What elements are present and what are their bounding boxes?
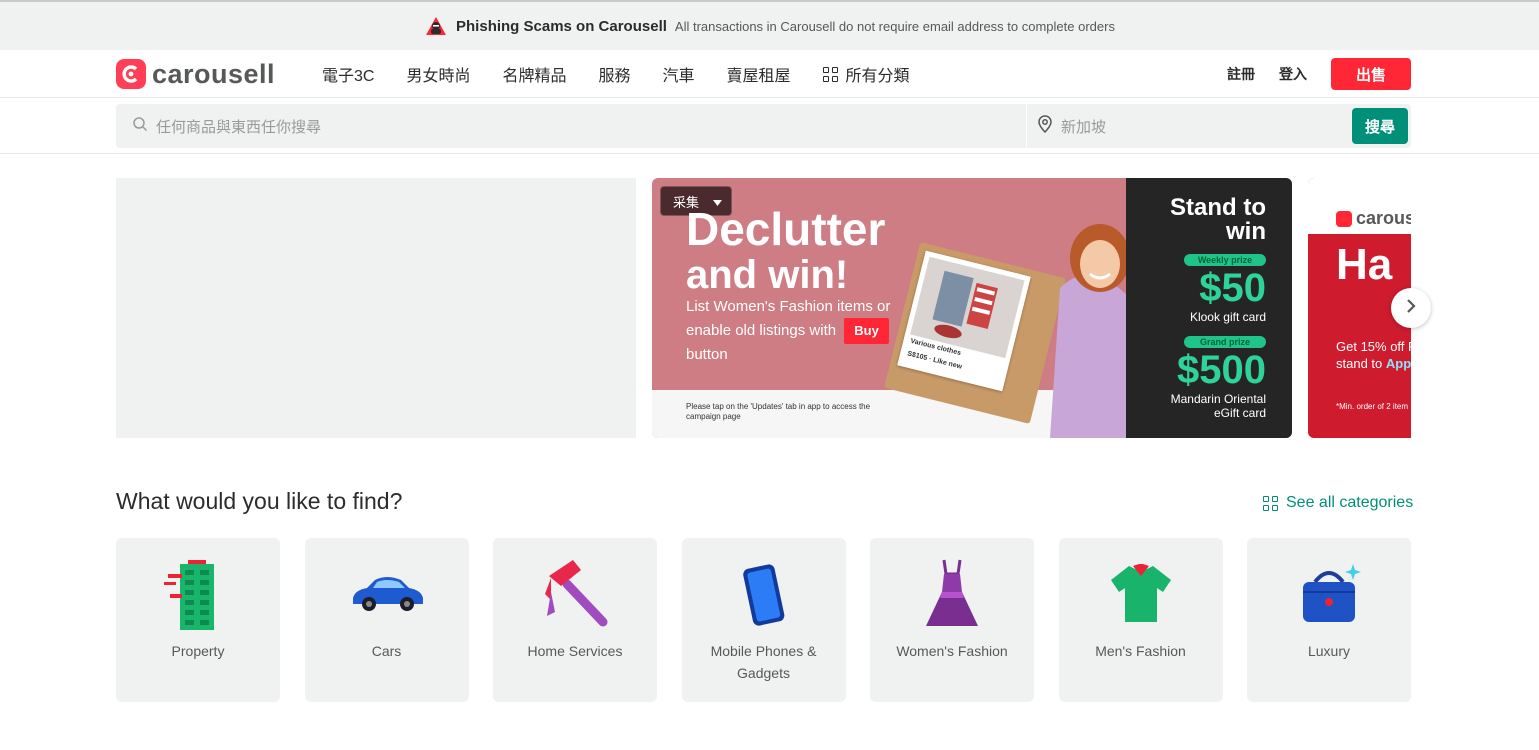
promo-carousel: 采集 Declutter and win! List Women's Fashi… (116, 178, 1411, 438)
category-nav: 電子3C 男女時尚 名牌精品 服務 汽車 賣屋租屋 所有分類 (322, 50, 942, 98)
prize-panel: Stand to win Weekly prize $50 Klook gift… (1126, 178, 1292, 438)
stand-to-win: Stand to win (1170, 194, 1266, 245)
prize1-desc: Klook gift card (1189, 310, 1266, 324)
category-label: Mobile Phones & Gadgets (710, 643, 817, 681)
dress-icon (914, 556, 990, 632)
promo-headline-1: Declutter (686, 203, 886, 255)
promo-subtitle-end: button (686, 346, 728, 363)
see-all-categories-link[interactable]: See all categories (1263, 494, 1413, 512)
banner-title: Phishing Scams on Carousell (456, 17, 667, 35)
category-label: Cars (371, 643, 402, 659)
warning-hacker-icon (424, 15, 448, 37)
category-label: Luxury (1307, 643, 1351, 659)
nav-link-cars[interactable]: 汽車 (663, 62, 695, 86)
category-card-home-services[interactable]: Home Services (493, 538, 657, 702)
category-card-cars[interactable]: Cars (304, 538, 469, 702)
car-icon (349, 556, 425, 632)
prize1-amount: $50 (1199, 266, 1266, 310)
category-card-luxury[interactable]: Luxury (1247, 538, 1411, 702)
search-icon (132, 116, 148, 137)
buy-badge: Buy (844, 318, 889, 344)
carousel-slide-placeholder[interactable] (116, 178, 636, 438)
chevron-right-icon (1405, 298, 1417, 319)
handbag-icon (1291, 556, 1367, 632)
carousel-next-button[interactable] (1391, 288, 1431, 328)
prize2-amount: $500 (1177, 348, 1266, 392)
banner-detail: All transactions in Carousell do not req… (674, 18, 1115, 34)
grand-prize-pill: Grand prize (1184, 336, 1266, 348)
categories-title: What would you like to find? (116, 488, 403, 514)
nav-link-services[interactable]: 服務 (599, 62, 631, 86)
prize2-desc: Mandarin Oriental eGift card (1170, 392, 1266, 420)
hammer-icon (537, 556, 613, 632)
category-grid: Property Cars Home Services Mobile Phone… (116, 538, 1411, 702)
location-input[interactable]: 新加坡 搜尋 (1027, 104, 1411, 148)
search-placeholder: 任何商品與東西任你搜尋 (156, 118, 322, 136)
nav-link-luxury[interactable]: 名牌精品 (502, 62, 566, 86)
category-card-womens-fashion[interactable]: Women's Fashion (870, 538, 1034, 702)
login-link[interactable]: 登入 (1279, 64, 1307, 84)
location-pin-icon (1037, 114, 1053, 138)
next-slide-text: Get 15% off R and stand to Apple AirPo (1336, 338, 1411, 372)
search-bar: 任何商品與東西任你搜尋 新加坡 搜尋 (0, 98, 1539, 154)
category-label: Home Services (527, 643, 623, 659)
search-button[interactable]: 搜尋 (1352, 108, 1408, 144)
grid-icon (1263, 495, 1278, 511)
category-label: Men's Fashion (1095, 643, 1186, 659)
next-slide-footnote: *Min. order of 2 item (1336, 402, 1409, 411)
category-label: Property (171, 643, 225, 659)
category-card-mens-fashion[interactable]: Men's Fashion (1058, 538, 1223, 702)
carousell-logo[interactable]: carousell (116, 58, 275, 90)
building-icon (160, 556, 236, 632)
promo-headline-2: and win! (686, 253, 849, 297)
nav-link-fashion[interactable]: 男女時尚 (406, 62, 470, 86)
shirt-icon (1103, 556, 1179, 632)
search-input[interactable]: 任何商品與東西任你搜尋 (116, 104, 1026, 148)
account-actions: 註冊 登入 出售 (1227, 58, 1411, 90)
next-slide-highlight: Apple AirPo (1385, 356, 1411, 371)
logo-text: carousell (152, 59, 276, 89)
top-nav: carousell 電子3C 男女時尚 名牌精品 服務 汽車 賣屋租屋 所有分類… (0, 50, 1539, 98)
sell-button[interactable]: 出售 (1331, 58, 1411, 90)
register-link[interactable]: 註冊 (1227, 64, 1255, 84)
category-card-mobile-phones[interactable]: Mobile Phones & Gadgets (681, 538, 846, 702)
phone-icon (726, 556, 802, 632)
grid-icon (822, 66, 838, 82)
all-categories-label: 所有分類 (845, 68, 910, 85)
weekly-prize-pill: Weekly prize (1184, 254, 1266, 266)
nav-link-property[interactable]: 賣屋租屋 (727, 62, 791, 86)
location-placeholder: 新加坡 (1061, 118, 1107, 136)
carousel-slide-declutter[interactable]: 采集 Declutter and win! List Women's Fashi… (652, 178, 1292, 438)
promo-subtitle: List Women's Fashion items or enable old… (686, 296, 916, 366)
see-all-label: See all categories (1286, 494, 1414, 511)
promo-footnote: Please tap on the 'Updates' tab in app t… (686, 402, 871, 421)
logo-mark-icon (116, 59, 146, 89)
next-slide-logo-text: carouse (1356, 208, 1411, 228)
category-label: Women's Fashion (896, 643, 1008, 659)
next-slide-logo: carouse (1336, 208, 1411, 229)
logo-mark-icon (1336, 210, 1352, 227)
category-card-property[interactable]: Property (116, 538, 280, 702)
nav-link-electronics[interactable]: 電子3C (322, 62, 374, 86)
nav-link-all-categories[interactable]: 所有分類 (822, 62, 910, 86)
phishing-banner[interactable]: Phishing Scams on Carousell All transact… (0, 0, 1539, 50)
next-slide-headline: Ha (1336, 240, 1393, 289)
